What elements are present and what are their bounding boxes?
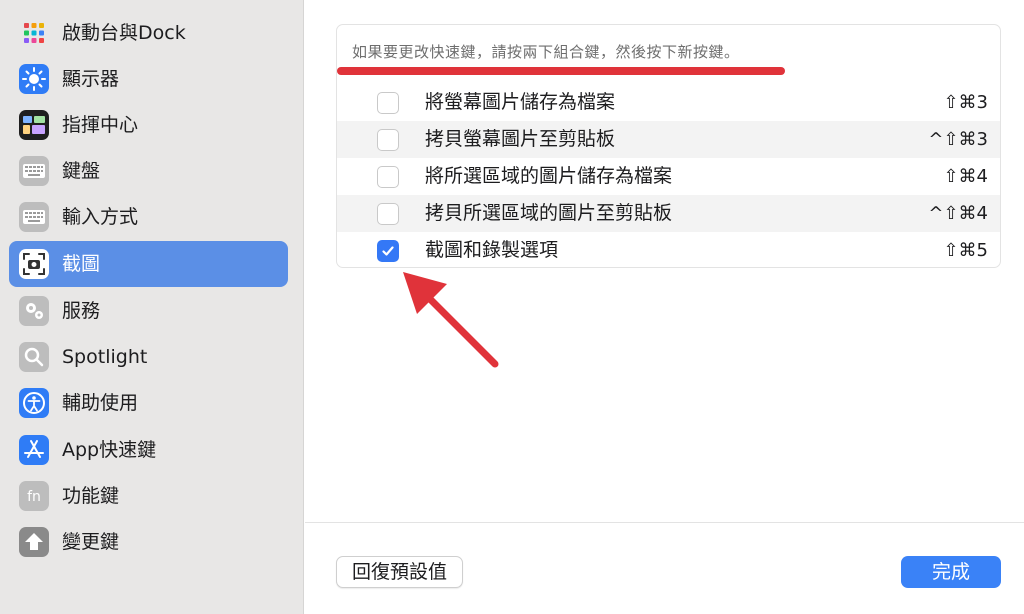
- sidebar-item-spotlight[interactable]: Spotlight: [9, 334, 288, 380]
- shortcut-key[interactable]: ^⇧⌘4: [928, 195, 988, 232]
- sidebar: 啟動台與Dock 顯示器 指揮中心 鍵盤 輸入方式 截圖 服務 Spotligh…: [0, 0, 304, 614]
- sidebar-item-services[interactable]: 服務: [9, 288, 288, 334]
- shortcut-row[interactable]: 拷貝所選區域的圖片至剪貼板 ^⇧⌘4: [337, 195, 1000, 232]
- shortcut-label: 將螢幕圖片儲存為檔案: [425, 91, 616, 113]
- shortcut-checkbox[interactable]: [377, 166, 399, 188]
- sidebar-item-label: 輸入方式: [62, 206, 139, 228]
- sidebar-item-label: 變更鍵: [62, 531, 120, 553]
- sidebar-item-accessibility[interactable]: 輔助使用: [9, 380, 288, 426]
- fn-key-icon: fn: [19, 481, 49, 511]
- screenshot-icon: [19, 249, 49, 279]
- shortcut-key[interactable]: ⇧⌘5: [943, 232, 988, 267]
- sidebar-item-input-sources[interactable]: 輸入方式: [9, 194, 288, 240]
- sidebar-item-label: 指揮中心: [62, 114, 139, 136]
- shortcut-checkbox-checked[interactable]: [377, 240, 399, 262]
- gears-icon: [19, 296, 49, 326]
- shortcut-key[interactable]: ⇧⌘3: [943, 84, 988, 121]
- shortcut-row[interactable]: 拷貝螢幕圖片至剪貼板 ^⇧⌘3: [337, 121, 1000, 158]
- shortcut-label: 拷貝螢幕圖片至剪貼板: [425, 128, 616, 150]
- shortcut-row[interactable]: 將螢幕圖片儲存為檔案 ⇧⌘3: [337, 84, 1000, 121]
- shortcut-checkbox[interactable]: [377, 92, 399, 114]
- sidebar-item-label: App快速鍵: [62, 439, 157, 461]
- shortcut-hint-text: 如果要更改快速鍵，請按兩下組合鍵，然後按下新按鍵。: [352, 43, 740, 61]
- shortcut-checkbox[interactable]: [377, 129, 399, 151]
- done-button[interactable]: 完成: [901, 556, 1001, 588]
- modifier-key-icon: [19, 527, 49, 557]
- svg-text:fn: fn: [27, 489, 41, 505]
- footer-divider: [305, 522, 1024, 523]
- app-store-icon: [19, 435, 49, 465]
- accessibility-icon: [19, 388, 49, 418]
- shortcut-label: 將所選區域的圖片儲存為檔案: [425, 165, 673, 187]
- sidebar-item-label: 啟動台與Dock: [62, 22, 186, 44]
- sidebar-item-label: 截圖: [62, 253, 101, 275]
- mission-control-icon: [19, 110, 49, 140]
- input-keyboard-icon: [19, 202, 49, 232]
- shortcuts-panel: 如果要更改快速鍵，請按兩下組合鍵，然後按下新按鍵。 將螢幕圖片儲存為檔案 ⇧⌘3…: [336, 24, 1001, 268]
- keyboard-icon: [19, 156, 49, 186]
- launchpad-icon: [19, 18, 49, 48]
- sidebar-item-display[interactable]: 顯示器: [9, 56, 288, 102]
- sidebar-item-keyboard[interactable]: 鍵盤: [9, 148, 288, 194]
- sidebar-item-function-keys[interactable]: fn 功能鍵: [9, 473, 288, 519]
- sidebar-item-label: 輔助使用: [62, 392, 139, 414]
- restore-defaults-button[interactable]: 回復預設值: [336, 556, 463, 588]
- annotation-arrow-icon: [403, 272, 499, 368]
- sidebar-item-app-shortcuts[interactable]: App快速鍵: [9, 427, 288, 473]
- sidebar-item-label: Spotlight: [62, 346, 148, 368]
- shortcut-key[interactable]: ^⇧⌘3: [928, 121, 988, 158]
- sidebar-item-mission-control[interactable]: 指揮中心: [9, 102, 288, 148]
- shortcut-row[interactable]: 將所選區域的圖片儲存為檔案 ⇧⌘4: [337, 158, 1000, 195]
- sidebar-item-label: 服務: [62, 300, 101, 322]
- sidebar-item-launchpad-dock[interactable]: 啟動台與Dock: [9, 10, 288, 56]
- sidebar-item-label: 顯示器: [62, 68, 120, 90]
- shortcut-label: 拷貝所選區域的圖片至剪貼板: [425, 202, 673, 224]
- shortcut-key[interactable]: ⇧⌘4: [943, 158, 988, 195]
- display-icon: [19, 64, 49, 94]
- sidebar-item-label: 鍵盤: [62, 160, 101, 182]
- shortcut-checkbox[interactable]: [377, 203, 399, 225]
- sidebar-item-modifier-keys[interactable]: 變更鍵: [9, 519, 288, 565]
- checkmark-icon: [382, 246, 394, 256]
- sidebar-item-screenshots[interactable]: 截圖: [9, 241, 288, 287]
- annotation-underline: [337, 67, 785, 75]
- magnifier-icon: [19, 342, 49, 372]
- sidebar-item-label: 功能鍵: [62, 485, 120, 507]
